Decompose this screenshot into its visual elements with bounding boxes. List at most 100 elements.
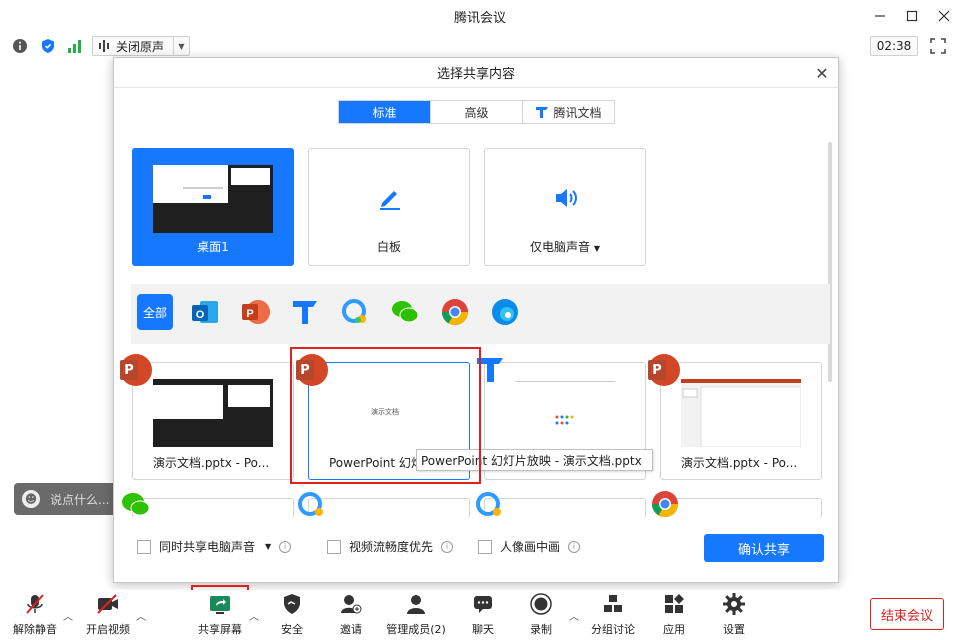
original-sound-button[interactable]: 关闭原声 ▼	[92, 36, 190, 56]
info-icon[interactable]: i	[441, 540, 454, 553]
apps-label: 应用	[663, 623, 685, 636]
filter-all-label: 全部	[142, 305, 167, 320]
pen-icon	[380, 191, 400, 210]
powerpoint-icon[interactable]: P	[237, 294, 273, 330]
minimize-button[interactable]	[864, 0, 896, 32]
share-audio-label: 同时共享电脑声音	[159, 540, 256, 554]
highlight-frame	[290, 347, 481, 484]
chat-label: 聊天	[472, 623, 494, 636]
minimize-icon	[875, 15, 885, 17]
close-icon	[938, 10, 950, 22]
tab-label: 标准	[372, 105, 397, 120]
add-user-icon	[339, 592, 363, 616]
meeting-timer: 02:38	[870, 36, 918, 56]
svg-text:P: P	[246, 308, 253, 320]
apps-button[interactable]: 应用	[644, 592, 704, 638]
tencent-docs-icon[interactable]	[287, 294, 323, 330]
settings-button[interactable]: 设置	[704, 592, 764, 638]
video-smooth-checkbox[interactable]	[327, 539, 341, 554]
tencent-docs-icon	[536, 107, 549, 118]
tab-advanced[interactable]: 高级	[431, 101, 523, 123]
info-icon[interactable]	[11, 37, 29, 55]
security-button[interactable]: 安全	[262, 592, 322, 638]
filter-all[interactable]: 全部	[137, 294, 173, 330]
window-card-pptx-2[interactable]: 演示文档.pptx - Po...	[660, 362, 822, 480]
computer-audio-card-label: 仅电脑声音 ▼	[485, 238, 645, 255]
window-card-wechat[interactable]	[132, 498, 294, 518]
unmute-label: 解除静音	[13, 623, 57, 636]
end-meeting-button[interactable]: 结束会议	[870, 598, 944, 630]
window-card-chrome[interactable]	[660, 498, 822, 518]
tab-tencent-docs[interactable]: 腾讯文档	[523, 101, 614, 123]
title-bar: 腾讯会议	[0, 0, 960, 32]
confirm-share-button[interactable]: 确认共享	[704, 534, 824, 562]
pip-option[interactable]: 人像画中画 i	[478, 538, 581, 555]
video-smooth-option[interactable]: 视频流畅度优先 i	[327, 538, 454, 555]
chevron-down-icon[interactable]: ▼	[173, 37, 189, 55]
caret-down-icon[interactable]: ▼	[265, 542, 271, 551]
window-title: 腾讯会议	[453, 10, 506, 26]
edge-icon[interactable]	[487, 294, 523, 330]
caret-down-icon[interactable]: ▼	[594, 244, 600, 253]
chat-icon	[471, 592, 495, 616]
breakout-rooms-button[interactable]: 分组讨论	[583, 592, 643, 638]
record-button[interactable]: 录制	[511, 592, 571, 638]
start-video-button[interactable]: 开启视频	[78, 592, 138, 638]
window-card-qq-browser-1[interactable]	[308, 498, 470, 518]
members-icon	[404, 592, 428, 616]
scrollbar[interactable]	[828, 142, 832, 382]
unmute-button[interactable]: 解除静音	[5, 592, 65, 638]
whiteboard-card[interactable]: 白板	[308, 148, 470, 266]
breakout-icon	[601, 592, 625, 616]
tab-standard[interactable]: 标准	[339, 101, 431, 123]
info-icon[interactable]: i	[279, 540, 292, 553]
security-label: 安全	[281, 623, 303, 636]
desktop-card[interactable]: 桌面1	[132, 148, 294, 266]
chat-input[interactable]: ☻ 说点什么...	[14, 483, 118, 515]
pip-checkbox[interactable]	[478, 539, 492, 554]
emoji-icon[interactable]: ☻	[22, 490, 40, 508]
share-audio-checkbox[interactable]	[137, 539, 151, 554]
mic-muted-icon	[23, 592, 47, 616]
chevron-up-icon[interactable]: ︿	[249, 608, 261, 623]
fullscreen-icon[interactable]	[930, 38, 946, 54]
share-audio-option[interactable]: 同时共享电脑声音 ▼ i	[137, 538, 292, 555]
pip-label: 人像画中画	[500, 540, 561, 554]
window-thumbnail	[505, 379, 625, 447]
share-screen-button[interactable]: 共享屏幕	[190, 592, 250, 638]
chat-button[interactable]: 聊天	[453, 592, 513, 638]
share-tabs: 标准 高级 腾讯文档	[338, 100, 615, 124]
tab-label: 高级	[464, 105, 489, 120]
desktop-card-label: 桌面1	[197, 240, 229, 254]
window-thumbnail	[681, 379, 801, 447]
chevron-up-icon[interactable]: ︿	[136, 608, 148, 623]
window-card-qq-browser-2[interactable]	[484, 498, 646, 518]
dialog-title: 选择共享内容	[436, 67, 515, 82]
qq-browser-icon[interactable]	[337, 294, 373, 330]
close-icon[interactable]: ✕	[814, 64, 830, 83]
chrome-icon[interactable]	[437, 294, 473, 330]
outlook-icon[interactable]: O	[187, 294, 223, 330]
maximize-icon	[906, 10, 918, 22]
window-card-pptx-1[interactable]: 演示文档.pptx - Po...	[132, 362, 294, 480]
close-button[interactable]	[928, 0, 960, 32]
powerpoint-icon: P	[120, 354, 152, 386]
window-card-label: 演示文档.pptx - Po...	[681, 456, 798, 470]
chevron-up-icon[interactable]: ︿	[569, 608, 581, 623]
qq-browser-icon	[296, 490, 328, 522]
maximize-button[interactable]	[896, 0, 928, 32]
manage-members-button[interactable]: 管理成员(2)	[386, 592, 446, 638]
invite-button[interactable]: 邀请	[321, 592, 381, 638]
chevron-up-icon[interactable]: ︿	[63, 608, 75, 623]
share-screen-icon	[208, 592, 232, 616]
meeting-toolbar: 关闭原声 ▼ 02:38	[0, 34, 960, 58]
settings-label: 设置	[723, 623, 745, 636]
shield-icon[interactable]	[39, 37, 57, 55]
manage-members-label: 管理成员(2)	[386, 623, 446, 636]
signal-icon[interactable]	[66, 37, 84, 55]
chat-placeholder: 说点什么...	[50, 492, 110, 507]
info-icon[interactable]: i	[568, 540, 581, 553]
wechat-icon[interactable]	[387, 294, 423, 330]
qq-browser-icon	[474, 490, 506, 522]
computer-audio-card[interactable]: 仅电脑声音 ▼	[484, 148, 646, 266]
